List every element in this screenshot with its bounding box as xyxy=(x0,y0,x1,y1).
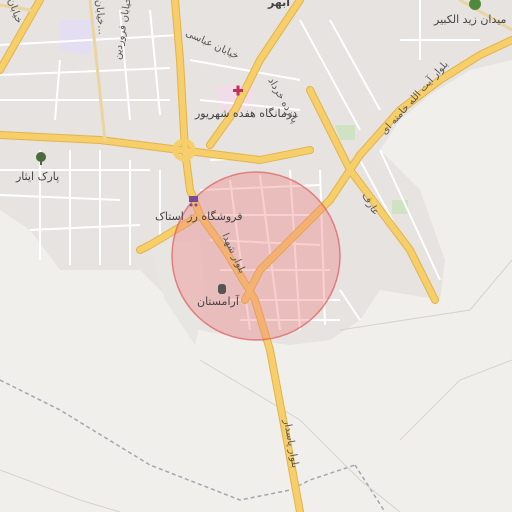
store-label: فروشگاه رز استاک xyxy=(155,210,242,223)
park-label: پارک ایثار xyxy=(15,170,59,183)
city-label: ابهر xyxy=(267,0,290,9)
cemetery-label: آرامستان xyxy=(197,294,240,308)
map-view[interactable]: خیابان عباسی پانزده خرداد بلوار آیت الله… xyxy=(0,0,512,512)
cemetery-icon xyxy=(218,284,226,294)
square-label: میدان زید الکبیر xyxy=(433,13,507,26)
clinic-label: درمانگاه هفده شهریور xyxy=(194,107,297,120)
map-canvas[interactable]: خیابان عباسی پانزده خرداد بلوار آیت الله… xyxy=(0,0,512,512)
